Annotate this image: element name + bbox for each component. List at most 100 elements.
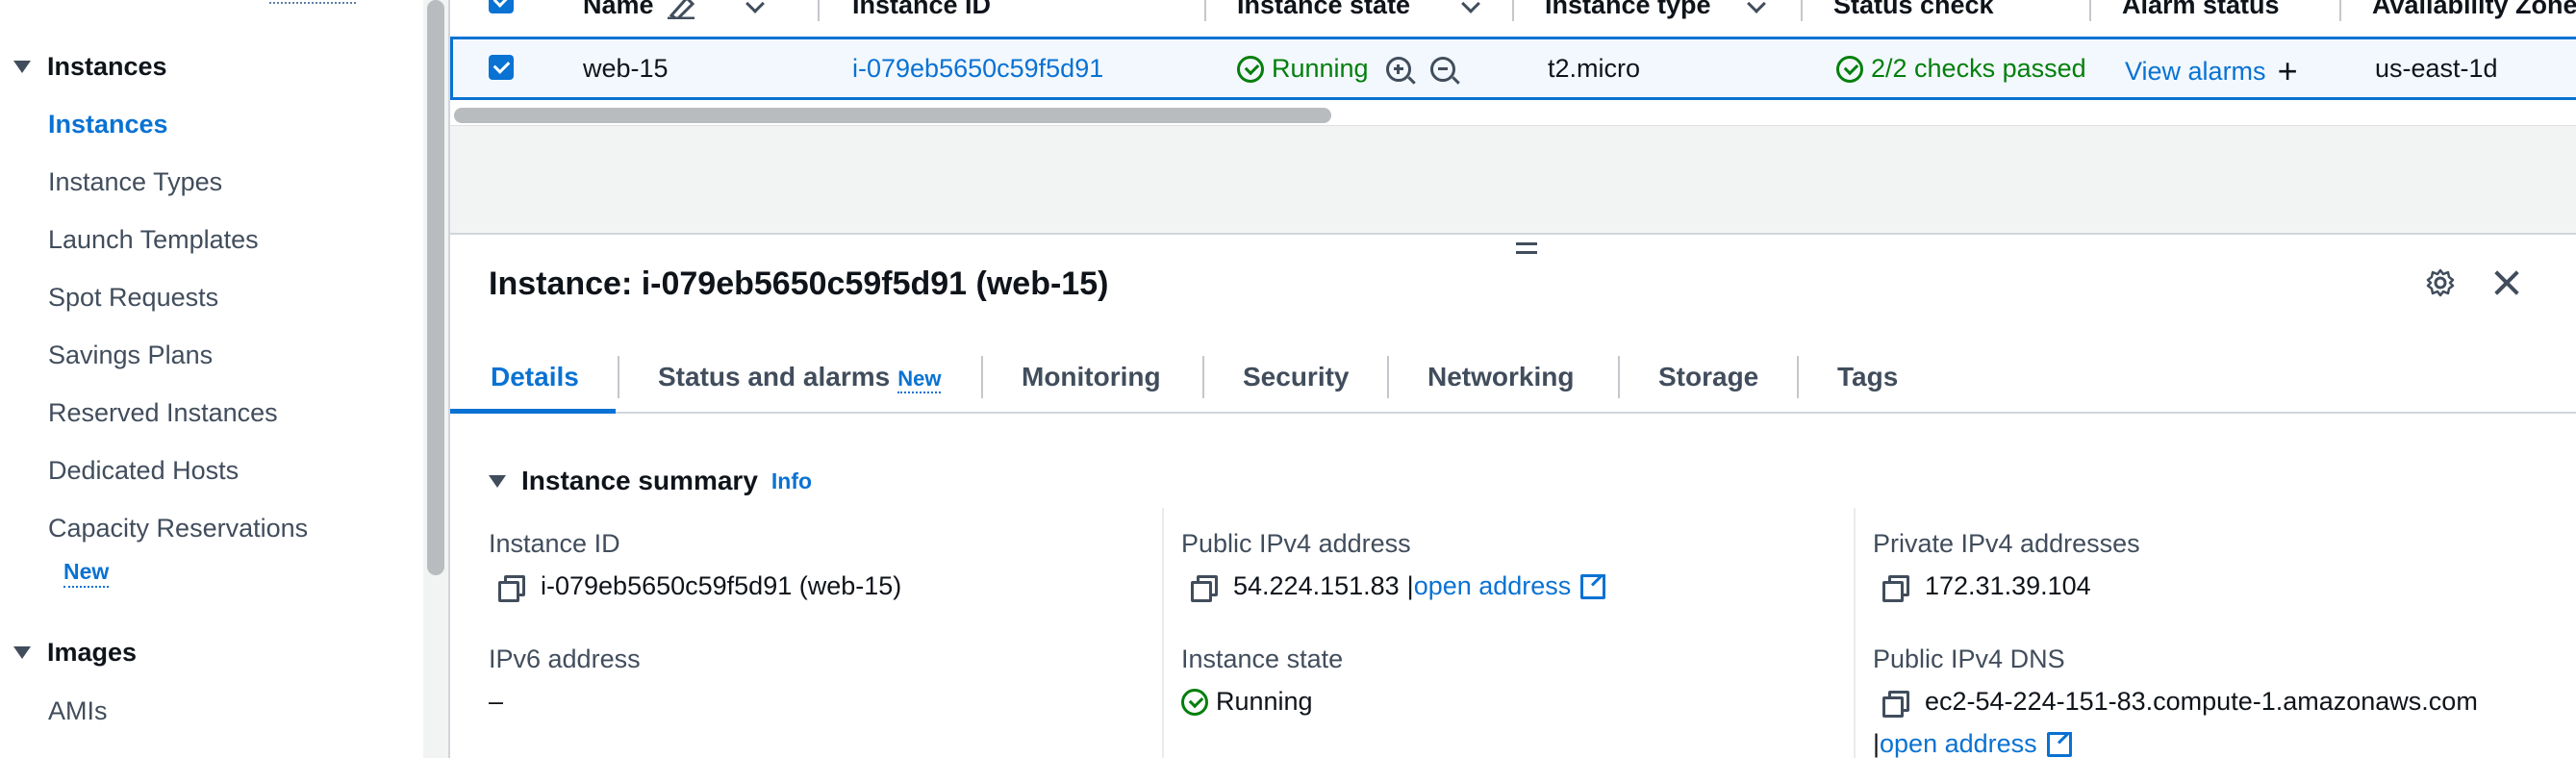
tab-status-and-alarms[interactable]: Status and alarms New <box>658 362 942 393</box>
column-divider <box>1162 508 1164 758</box>
column-separator <box>1801 0 1803 21</box>
sidebar-item-dedicated-hosts[interactable]: Dedicated Hosts <box>48 456 239 486</box>
info-link[interactable]: Info <box>771 468 812 494</box>
resize-handle-icon[interactable] <box>1516 242 1537 254</box>
cell-instance-type: t2.micro <box>1548 54 1641 83</box>
sidebar-item-amis[interactable]: AMIs <box>48 696 108 726</box>
active-tab-indicator <box>450 409 616 414</box>
field-label-instance-state: Instance state <box>1181 644 1344 673</box>
field-value-public-dns: ec2-54-224-151-83.compute-1.amazonaws.co… <box>1882 687 2478 718</box>
column-header-name[interactable]: Name <box>583 0 765 20</box>
edit-pencil-icon <box>667 0 695 19</box>
column-header-alarm-status[interactable]: Alarm status <box>2122 0 2280 20</box>
column-separator <box>1204 0 1206 21</box>
check-circle-icon <box>1237 55 1264 83</box>
sidebar-item-launch-templates[interactable]: Launch Templates <box>48 225 259 255</box>
detail-tabs: Details Status and alarms New Monitoring… <box>450 346 2576 414</box>
cell-instance-state: Running <box>1237 54 1455 84</box>
sidebar-group-label: Images <box>47 638 138 667</box>
table-row[interactable]: web-15 i-079eb5650c59f5d91 Running t2.mi… <box>450 37 2576 100</box>
tab-separator <box>1618 356 1620 398</box>
sidebar-item-reserved-instances[interactable]: Reserved Instances <box>48 398 278 428</box>
tab-security[interactable]: Security <box>1243 362 1350 392</box>
column-header-status-check[interactable]: Status check <box>1833 0 1994 20</box>
add-alarm-icon[interactable]: + <box>2278 54 2298 88</box>
sidebar: Instances Instances Instance Types Launc… <box>0 0 423 758</box>
check-circle-icon <box>1181 688 1208 716</box>
column-header-instance-state[interactable]: Instance state <box>1237 0 1480 20</box>
sort-caret-icon <box>745 0 765 13</box>
field-value-instance-id: i-079eb5650c59f5d91 (web-15) <box>498 571 901 602</box>
field-label-public-dns: Public IPv4 DNS <box>1873 644 2065 673</box>
field-value-private-ipv4: 172.31.39.104 <box>1882 571 2091 602</box>
sort-caret-icon <box>1746 0 1766 13</box>
tab-separator <box>1387 356 1389 398</box>
instance-state-text: Running <box>1272 54 1369 83</box>
sidebar-item-capacity-reservations[interactable]: Capacity Reservations <box>48 514 308 543</box>
caret-down-icon <box>13 646 31 659</box>
cell-availability-zone: us-east-1d <box>2375 54 2498 83</box>
tab-separator <box>1797 356 1799 398</box>
field-value-public-ipv4: 54.224.151.83 | open address <box>1191 571 1606 602</box>
column-header-instance-type[interactable]: Instance type <box>1545 0 1766 20</box>
instance-id-link[interactable]: i-079eb5650c59f5d91 <box>852 54 1103 84</box>
sidebar-item-instance-types[interactable]: Instance Types <box>48 167 222 197</box>
row-checkbox[interactable] <box>489 55 514 80</box>
tab-tags[interactable]: Tags <box>1837 362 1898 392</box>
caret-down-icon <box>489 474 506 488</box>
tab-storage[interactable]: Storage <box>1658 362 1758 392</box>
close-icon[interactable] <box>2491 267 2522 298</box>
sidebar-scrollbar-thumb[interactable] <box>427 0 444 575</box>
table-scrollbar-thumb[interactable] <box>454 108 1331 123</box>
gear-icon[interactable] <box>2425 267 2456 298</box>
public-dns-open-address: | open address <box>1873 729 2072 758</box>
column-separator <box>2089 0 2091 21</box>
external-link-icon <box>2046 731 2072 757</box>
status-check-text: 2/2 checks passed <box>1871 54 2086 83</box>
column-header-availability-zone[interactable]: Availability Zone <box>2372 0 2576 20</box>
view-alarms-link[interactable]: View alarms <box>2125 57 2266 87</box>
field-label-public-ipv4: Public IPv4 address <box>1181 529 1411 558</box>
sidebar-group-instances[interactable]: Instances <box>0 52 167 82</box>
table-header: Name Instance ID Instance state Instance… <box>450 0 2576 37</box>
sidebar-group-label: Instances <box>47 52 167 81</box>
field-label-ipv6: IPv6 address <box>489 644 641 673</box>
section-title: Instance summary <box>521 466 758 495</box>
tab-separator <box>1202 356 1204 398</box>
sidebar-item-savings-plans[interactable]: Savings Plans <box>48 341 213 370</box>
column-header-instance-id[interactable]: Instance ID <box>852 0 991 20</box>
column-separator <box>2339 0 2341 21</box>
field-label-instance-id: Instance ID <box>489 529 620 558</box>
select-all-checkbox[interactable] <box>489 0 514 13</box>
cell-name: web-15 <box>583 54 669 83</box>
table-empty-area <box>450 125 2576 233</box>
open-address-link[interactable]: open address <box>1414 571 1572 601</box>
copy-icon[interactable] <box>1191 574 1218 602</box>
instance-summary-header[interactable]: Instance summary Info <box>489 466 812 496</box>
sidebar-group-images[interactable]: Images <box>0 638 137 668</box>
copy-icon[interactable] <box>1882 690 1909 718</box>
caret-down-icon <box>13 61 31 73</box>
open-address-link[interactable]: open address <box>1880 729 2037 758</box>
new-badge: New <box>897 366 942 393</box>
panel-title: Instance: i-079eb5650c59f5d91 (web-15) <box>489 265 1109 302</box>
field-value-ipv6: – <box>489 687 504 716</box>
column-divider <box>1854 508 1856 758</box>
column-separator <box>1512 0 1514 21</box>
zoom-in-icon[interactable] <box>1385 56 1411 82</box>
tab-networking[interactable]: Networking <box>1427 362 1574 392</box>
field-value-instance-state: Running <box>1181 687 1313 717</box>
sidebar-item-instances[interactable]: Instances <box>48 110 168 139</box>
column-separator <box>818 0 820 21</box>
tab-monitoring[interactable]: Monitoring <box>1022 362 1161 392</box>
copy-icon[interactable] <box>498 574 525 602</box>
copy-icon[interactable] <box>1882 574 1909 602</box>
sidebar-item-spot-requests[interactable]: Spot Requests <box>48 283 218 313</box>
field-label-private-ipv4: Private IPv4 addresses <box>1873 529 2140 558</box>
external-link-icon <box>1580 573 1606 599</box>
main-content: Name Instance ID Instance state Instance… <box>450 0 2576 758</box>
tab-details[interactable]: Details <box>491 362 579 392</box>
zoom-out-icon[interactable] <box>1429 56 1455 82</box>
sort-caret-icon <box>1461 0 1480 13</box>
tab-separator <box>618 356 619 398</box>
